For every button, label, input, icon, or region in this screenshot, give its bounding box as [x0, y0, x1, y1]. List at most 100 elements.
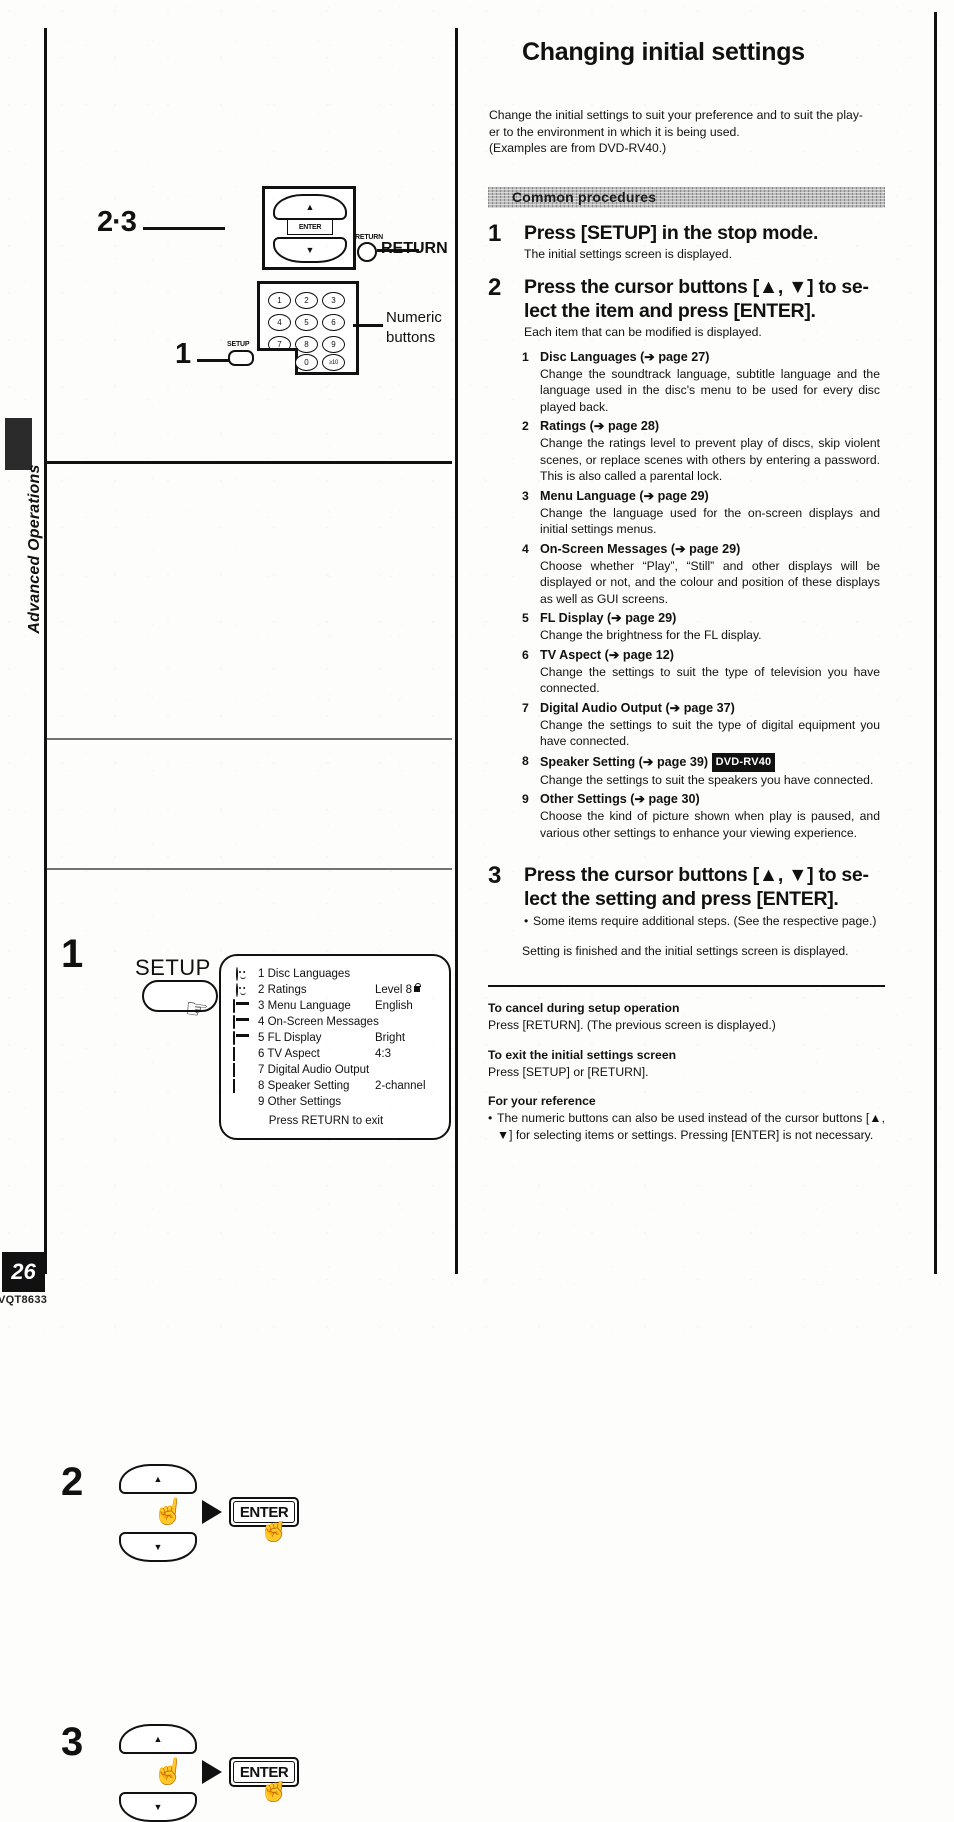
numeric-key-1[interactable]: 1 — [268, 292, 291, 309]
note-bullet-text: The numeric buttons can also be used ins… — [497, 1111, 885, 1142]
step-1-number: 1 — [488, 219, 502, 247]
item-number: 2 — [522, 419, 529, 433]
procedure-step-2: 2 Press the cursor buttons [▲, ▼] to se-… — [488, 274, 888, 340]
bar-icon — [233, 1031, 253, 1045]
arrow-right-icon: ➔ — [608, 647, 620, 662]
item-description: Change the language used for the on-scre… — [540, 505, 880, 537]
item-heading: TV Aspect (➔ page 12) — [540, 647, 674, 662]
item-heading: Disc Languages (➔ page 27) — [540, 349, 710, 364]
manual-page: Advanced Operations 26 VQT8633 2·3 ▲ ENT… — [0, 0, 954, 1822]
numeric-key-ten-plus[interactable]: ≥10 — [322, 354, 345, 371]
triangle-down-icon: ▼ — [153, 1541, 163, 1552]
list-item: 3 Menu Language (➔ page 29) Change the l… — [522, 488, 880, 538]
osd-row[interactable]: 8 Speaker Setting 2-channel — [221, 1078, 449, 1094]
osd-row[interactable]: 4 On-Screen Messages — [221, 1014, 449, 1030]
osd-row[interactable]: 6 TV Aspect 4:3 — [221, 1046, 449, 1062]
arrow-right-icon: ➔ — [642, 754, 654, 769]
enter-button-small[interactable]: ENTER — [287, 219, 333, 235]
item-number: 7 — [522, 700, 529, 715]
item-heading: On-Screen Messages (➔ page 29) — [540, 541, 741, 556]
osd-row[interactable]: 9 Other Settings — [221, 1094, 449, 1110]
return-button-caption: RETURN — [355, 234, 383, 241]
arrow-right-icon: ➔ — [644, 349, 655, 364]
list-item: 1 Disc Languages (➔ page 27) Change the … — [522, 349, 880, 416]
item-number: 9 — [522, 792, 529, 806]
keypad-notch — [257, 348, 298, 375]
column-divider-rule — [455, 28, 458, 1274]
step-1-illustration: 1 SETUP ☞ 1 Disc Languages 2 Ratings Lev… — [47, 468, 452, 1140]
intro-line-3: (Examples are from DVD-RV40.) — [489, 141, 667, 155]
cursor-pad-group[interactable]: ▲ ENTER ▼ — [262, 186, 356, 270]
right-text-column: Changing initial settings Change the ini… — [488, 28, 888, 1143]
cursor-down-button[interactable]: ▼ — [273, 237, 347, 263]
step-3-heading-line-2: lect the setting and press [ENTER]. — [524, 888, 839, 910]
intro-line-2: er to the environment in which it is bei… — [489, 124, 740, 139]
cursor-down-button[interactable]: ▼ — [119, 1532, 197, 1562]
triangle-up-icon: ▲ — [305, 201, 315, 212]
grid-icon — [233, 1063, 253, 1077]
bullet-dot-icon: • — [524, 914, 529, 928]
list-item: 6 TV Aspect (➔ page 12) Change the setti… — [522, 647, 880, 697]
document-code: VQT8633 — [0, 1294, 48, 1306]
item-description: Change the brightness for the FL display… — [540, 628, 762, 642]
osd-item-label: 6 TV Aspect — [258, 1048, 320, 1060]
callout-numeric-line1: Numeric — [386, 309, 442, 326]
item-number: 6 — [522, 647, 529, 662]
step-3-heading-line-1: Press the cursor buttons [▲, ▼] to se- — [524, 864, 869, 886]
note-cancel: To cancel during setup operation Press [… — [488, 1000, 885, 1034]
callout-numeric-line2: buttons — [386, 329, 436, 346]
item-description: Change the settings to suit the type of … — [540, 664, 880, 696]
return-button[interactable] — [357, 242, 377, 262]
numeric-key-9[interactable]: 9 — [322, 336, 345, 353]
note-exit: To exit the initial settings screen Pres… — [488, 1047, 885, 1081]
bar-icon — [233, 1015, 253, 1029]
setup-button[interactable] — [228, 350, 254, 366]
sidebar-section-label: Advanced Operations — [26, 464, 43, 634]
item-description: Choose whether “Play”, “Still” and other… — [540, 558, 880, 606]
numeric-key-6[interactable]: 6 — [322, 314, 345, 331]
numeric-key-4[interactable]: 4 — [268, 314, 291, 331]
list-item: 2 Ratings (➔ page 28) Change the ratings… — [522, 418, 880, 485]
cursor-up-button[interactable]: ▲ — [273, 194, 347, 220]
arrow-right-icon: ➔ — [634, 792, 646, 806]
list-item: 9 Other Settings (➔ page 30) Choose the … — [522, 791, 880, 841]
osd-row[interactable]: 5 FL Display Bright — [221, 1030, 449, 1046]
step-3-bullet-text: Some items require additional steps. (Se… — [533, 914, 877, 928]
step-1-subtext: The initial settings screen is displayed… — [524, 246, 732, 261]
cursor-up-button[interactable]: ▲ — [119, 1724, 197, 1754]
note-heading: To exit the initial settings screen — [488, 1047, 677, 1062]
arrow-right-icon: ➔ — [593, 419, 605, 433]
item-heading: Digital Audio Output (➔ page 37) — [540, 700, 735, 715]
settings-item-list: 1 Disc Languages (➔ page 27) Change the … — [522, 349, 880, 842]
step-2-heading-line-2: lect the item and press [ENTER]. — [524, 299, 816, 322]
numeric-key-8[interactable]: 8 — [295, 336, 318, 353]
list-item: 7 Digital Audio Output (➔ page 37) Chang… — [522, 700, 880, 750]
procedure-step-1: 1 Press [SETUP] in the stop mode. The in… — [488, 219, 888, 262]
step-2-illustration: 2 ▲ ▼ ☝ ENTER ☝ — [47, 740, 452, 1562]
note-reference: For your reference • The numeric buttons… — [488, 1093, 885, 1143]
osd-item-label: 5 FL Display — [258, 1032, 322, 1044]
cursor-down-button[interactable]: ▼ — [119, 1792, 197, 1822]
triangle-down-icon: ▼ — [153, 1801, 163, 1812]
arrow-right-icon: ➔ — [669, 700, 681, 715]
numeric-keypad[interactable]: 1 2 3 4 5 6 7 8 9 0 ≥10 — [257, 281, 359, 375]
intro-line-1: Change the initial settings to suit your… — [489, 108, 863, 122]
cursor-up-button[interactable]: ▲ — [119, 1464, 197, 1494]
list-item: 5 FL Display (➔ page 29) Change the brig… — [522, 610, 880, 644]
step-2-heading-line-1: Press the cursor buttons [▲, ▼] to se- — [524, 275, 869, 298]
numeric-key-2[interactable]: 2 — [295, 292, 318, 309]
note-heading: To cancel during setup operation — [488, 1001, 680, 1015]
left-illustration-column: 2·3 ▲ ENTER ▼ RETURN RETURN 1 2 3 4 5 6 … — [47, 28, 455, 1822]
item-description: Change the settings to suit the speakers… — [540, 772, 874, 787]
callout-leader-line-numeric — [353, 324, 383, 327]
numeric-key-3[interactable]: 3 — [322, 292, 345, 309]
osd-row[interactable]: 7 Digital Audio Output — [221, 1062, 449, 1078]
osd-row[interactable]: 3 Menu Language English — [221, 998, 449, 1014]
step-3-finish-note: Setting is finished and the initial sett… — [522, 943, 849, 958]
numeric-key-0[interactable]: 0 — [295, 354, 318, 371]
setup-button-caption: SETUP — [227, 341, 250, 348]
item-heading: Speaker Setting (➔ page 39) DVD-RV40 — [540, 752, 880, 772]
flow-arrow-icon — [202, 1760, 222, 1784]
osd-item-label: 8 Speaker Setting — [258, 1080, 350, 1092]
numeric-key-5[interactable]: 5 — [295, 314, 318, 331]
